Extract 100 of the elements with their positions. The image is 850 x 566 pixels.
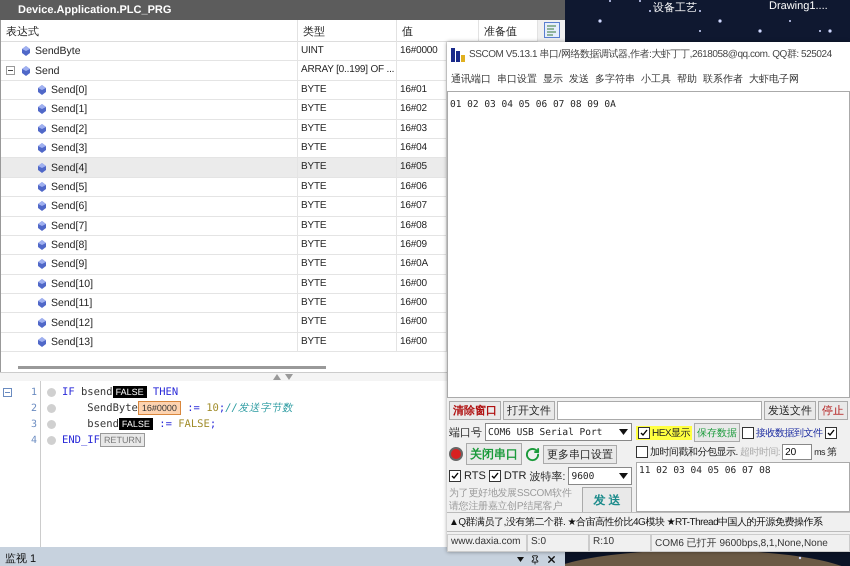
- status-cell: R:10: [589, 534, 651, 552]
- line-number: 4: [30, 434, 37, 446]
- list-icon[interactable]: [544, 22, 560, 38]
- code-text: THEN: [152, 386, 178, 398]
- breakpoint-dot[interactable]: [47, 436, 56, 444]
- variable-icon: [38, 182, 46, 192]
- menu-item[interactable]: 发送: [569, 72, 589, 86]
- menu-item[interactable]: 帮助: [677, 72, 697, 86]
- menu-item[interactable]: 通讯端口: [451, 72, 491, 86]
- send-data: 11 02 03 04 05 06 07 08: [639, 465, 771, 476]
- breakpoint-dot[interactable]: [47, 388, 56, 396]
- open-file-button[interactable]: 打开文件: [503, 400, 555, 420]
- menu-item[interactable]: 大虾电子网: [749, 72, 799, 86]
- variable-icon: [38, 298, 46, 308]
- fold-icon[interactable]: [3, 388, 12, 396]
- receive-area[interactable]: 01 02 03 04 05 06 07 08 09 0A: [447, 90, 850, 398]
- variable-icon: [38, 104, 46, 114]
- name-cell[interactable]: Send[4]: [1, 158, 298, 177]
- window-title: Device.Application.PLC_PRG: [18, 4, 172, 16]
- pin-icon[interactable]: [530, 554, 540, 564]
- code-text: bsend: [80, 386, 113, 398]
- status-cell: COM6 已打开 9600bps,8,1,None,None: [651, 534, 850, 552]
- code-text: ;: [210, 418, 216, 430]
- monitor-value: FALSE: [112, 386, 147, 398]
- more-settings-button[interactable]: 更多串口设置: [543, 444, 617, 464]
- desktop-icon-label[interactable]: Drawing1....: [769, 0, 828, 12]
- checkbox[interactable]: [488, 470, 501, 482]
- code-text: //发送字节数: [225, 401, 293, 415]
- menu-item[interactable]: 联系作者: [703, 72, 743, 86]
- caret-icon[interactable]: [619, 473, 628, 480]
- code-text: :=: [158, 418, 173, 430]
- variable-name: Send[7]: [51, 220, 88, 232]
- variable-name: Send[12]: [51, 316, 94, 329]
- menu-item[interactable]: 多字符串: [595, 72, 635, 86]
- menu-item[interactable]: 显示: [543, 72, 563, 86]
- menu-item[interactable]: 小工具: [641, 72, 671, 86]
- checkbox[interactable]: [824, 426, 837, 439]
- variable-name: SendByte: [35, 45, 81, 58]
- variable-icon: [38, 259, 46, 270]
- line-number: 2: [30, 402, 37, 414]
- variable-icon: [38, 201, 46, 212]
- unit-label: ms: [814, 447, 826, 458]
- variable-icon: [38, 84, 46, 95]
- breakpoint-dot[interactable]: [47, 404, 56, 412]
- close-icon[interactable]: [546, 554, 557, 565]
- received-data: 01 02 03 04 05 06 07 08 09 0A: [450, 98, 616, 110]
- promo-text: 为了更好地发展SSCOM软件: [449, 487, 573, 500]
- variable-name: Send[9]: [51, 258, 88, 270]
- monitor-value: 16#0000: [138, 401, 181, 415]
- send-file-button[interactable]: 发送文件: [764, 400, 816, 420]
- baud-select[interactable]: 9600: [568, 467, 632, 486]
- desktop-icon-label[interactable]: 设备工艺: [653, 0, 697, 15]
- receive-to-file-label: 接收数据到文件: [756, 426, 823, 440]
- edge-label: 第: [827, 446, 837, 460]
- dtr-label: DTR: [504, 470, 526, 482]
- variable-icon: [22, 46, 30, 56]
- status-cell: S:0: [527, 534, 589, 552]
- code-text: SendByte: [86, 402, 138, 414]
- hex-display-label: HEX显示: [652, 426, 690, 440]
- variable-icon: [38, 124, 46, 134]
- stop-button[interactable]: 停止: [818, 400, 848, 420]
- checkbox[interactable]: [449, 470, 461, 482]
- menu-item[interactable]: 串口设置: [497, 72, 537, 86]
- variable-icon: [38, 162, 46, 173]
- code-text: :=: [186, 402, 201, 414]
- checkbox[interactable]: [638, 426, 650, 439]
- timestamp-label: 加时间戳和分包显示.: [650, 446, 738, 460]
- panel-tab[interactable]: 监视 1: [5, 551, 36, 566]
- file-path-field[interactable]: [557, 400, 762, 420]
- variable-icon: [38, 143, 46, 154]
- window-title: SSCOM V5.13.1 串口/网络数据调试器,作者:大虾丁丁,2618058@qq.com. QQ群: 525024: [469, 48, 832, 62]
- scrollbar[interactable]: [18, 366, 326, 369]
- dropdown-icon[interactable]: [517, 557, 524, 562]
- breakpoint-dot[interactable]: [47, 420, 56, 428]
- collapse-icon[interactable]: [6, 66, 15, 76]
- variable-icon: [38, 337, 46, 348]
- send-field[interactable]: 11 02 03 04 05 06 07 08: [636, 462, 850, 512]
- port-label: 端口号: [449, 426, 482, 440]
- code-text: bsend: [86, 418, 119, 430]
- splitter-arrows-icon[interactable]: [272, 374, 292, 380]
- checkbox[interactable]: [636, 446, 648, 458]
- variable-name: Send[2]: [51, 122, 88, 135]
- refresh-icon[interactable]: [525, 446, 540, 462]
- caret-icon[interactable]: [619, 429, 628, 436]
- variable-icon: [38, 240, 46, 250]
- variable-icon: [38, 278, 46, 289]
- code-text: 10: [206, 402, 219, 414]
- port-select[interactable]: COM6 USB Serial Port: [485, 423, 632, 442]
- variable-name: Send[10]: [51, 278, 94, 290]
- variable-name: Send[1]: [51, 103, 88, 116]
- code-text: END_IF: [62, 434, 100, 446]
- type-cell: BYTE: [298, 158, 397, 177]
- line-number: 1: [30, 386, 37, 398]
- line-number: 3: [30, 418, 37, 430]
- variable-name: Send[13]: [51, 336, 94, 348]
- monitor-value: FALSE: [118, 418, 153, 430]
- variable-name: Send: [35, 64, 60, 77]
- checkbox[interactable]: [742, 426, 754, 439]
- variable-icon: [38, 318, 46, 328]
- clear-button[interactable]: 清除窗口: [449, 400, 501, 420]
